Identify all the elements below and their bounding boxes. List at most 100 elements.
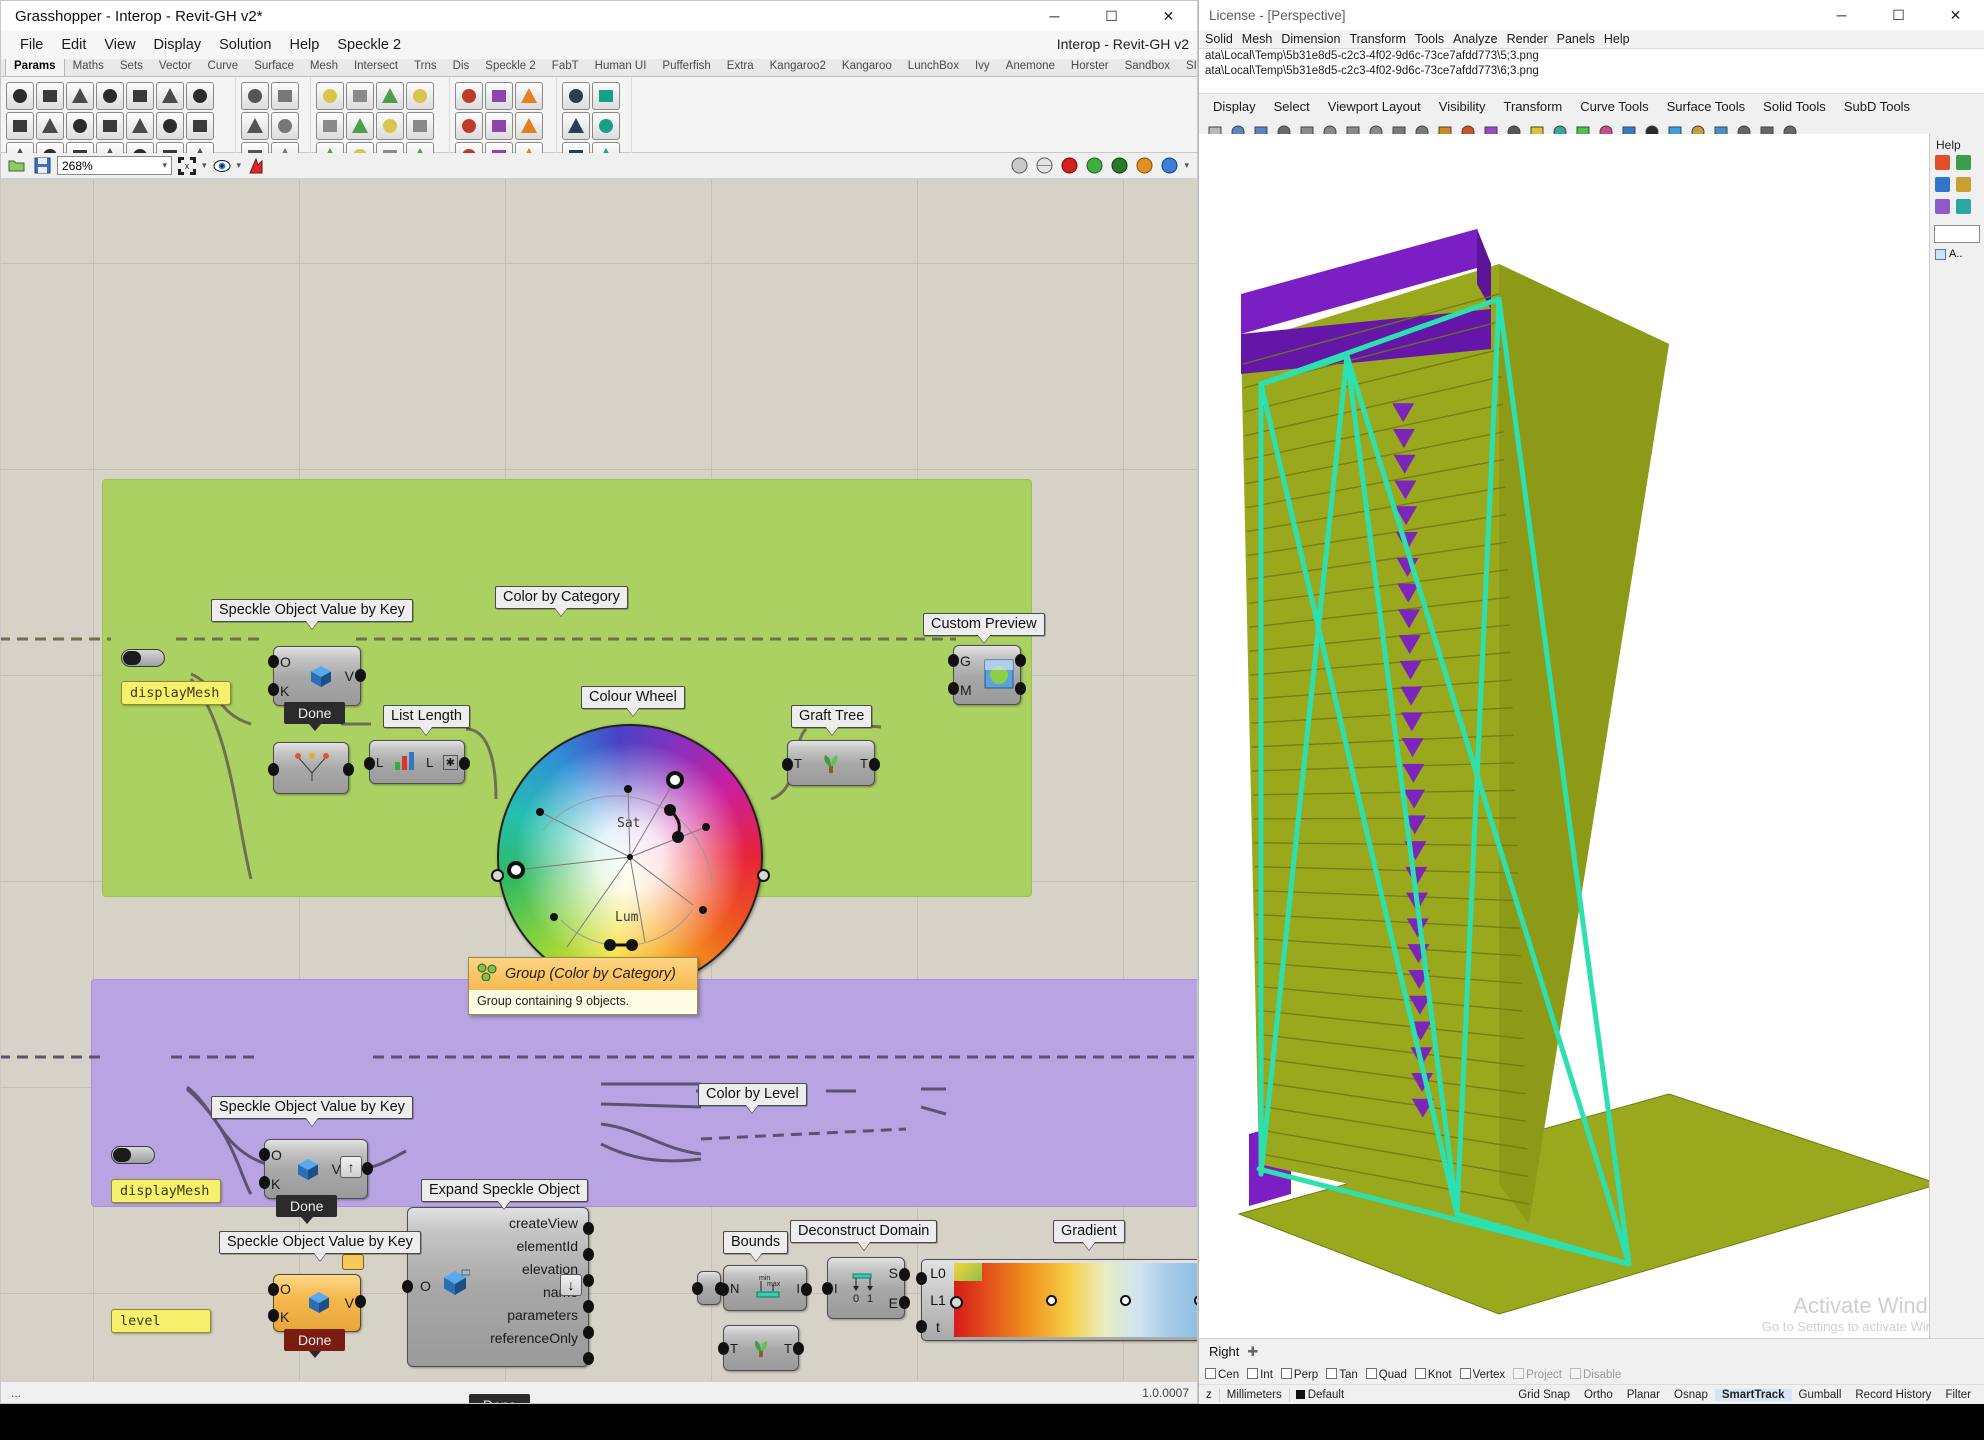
osnap-checkbox-disable[interactable] <box>1569 1367 1581 1379</box>
gh-tab-fabt[interactable]: FabT <box>544 59 587 76</box>
ribbon-icon-input-4[interactable] <box>406 82 434 110</box>
rhino-menu-mesh[interactable]: Mesh <box>1242 32 1273 46</box>
node-list-length[interactable]: L L ✱ <box>364 740 470 784</box>
move-cursor-icon[interactable]: ✚ <box>1247 1344 1258 1360</box>
ribbon-icon-util-2[interactable] <box>485 82 513 110</box>
ribbon-icon-primitive-2[interactable] <box>271 82 299 110</box>
osnap-quad[interactable]: Quad <box>1365 1367 1412 1381</box>
gh-tab-mesh[interactable]: Mesh <box>302 59 346 76</box>
gh-tab-kangaroo2[interactable]: Kangaroo2 <box>762 59 834 76</box>
osnap-checkbox-int[interactable] <box>1247 1367 1259 1379</box>
menu-solution[interactable]: Solution <box>210 35 280 55</box>
sphere-grey-icon[interactable] <box>1009 156 1029 176</box>
gh-tab-intersect[interactable]: Intersect <box>346 59 406 76</box>
node-bounds[interactable]: N min max I <box>718 1265 812 1311</box>
menu-help[interactable]: Help <box>281 35 329 55</box>
rhino-tab-viewport-layout[interactable]: Viewport Layout <box>1328 99 1421 114</box>
panel-search-field[interactable] <box>1934 225 1980 243</box>
status-toggle-gumball[interactable]: Gumball <box>1792 1389 1849 1401</box>
ribbon-icon-input-3[interactable] <box>376 82 404 110</box>
status-toggle-grid-snap[interactable]: Grid Snap <box>1511 1389 1577 1401</box>
node-graft-tree-2[interactable]: T T <box>718 1325 804 1371</box>
collapse-arrow-icon-1[interactable]: ↑ <box>340 1156 362 1178</box>
gh-tab-ivy[interactable]: Ivy <box>967 59 998 76</box>
ribbon-icon-geometry-14[interactable] <box>186 112 214 140</box>
rhino-menu-tools[interactable]: Tools <box>1415 32 1444 46</box>
gh-tab-kangaroo[interactable]: Kangaroo <box>834 59 900 76</box>
ribbon-icon-geometry-8[interactable] <box>6 112 34 140</box>
gh-tab-human-ui[interactable]: Human UI <box>587 59 655 76</box>
close-icon[interactable]: ✕ <box>1140 1 1197 31</box>
ribbon-icon-input-7[interactable] <box>376 112 404 140</box>
ribbon-icon-util-6[interactable] <box>515 112 543 140</box>
rhino-side-panel[interactable]: Help A.. <box>1929 134 1984 1368</box>
folder-open-icon[interactable] <box>7 156 27 176</box>
status-toggle-smarttrack[interactable]: SmartTrack <box>1714 1388 1792 1401</box>
maximize-icon[interactable]: ☐ <box>1083 1 1140 31</box>
ribbon-icon-geometry-9[interactable] <box>36 112 64 140</box>
rhino-tab-surface-tools[interactable]: Surface Tools <box>1667 99 1746 114</box>
zoom-level-combo[interactable]: 268% ▾ <box>57 156 172 175</box>
menu-file[interactable]: File <box>11 35 52 55</box>
ribbon-icon-opennest-3[interactable] <box>562 112 590 140</box>
save-icon[interactable] <box>32 156 52 176</box>
boolean-toggle-1[interactable] <box>121 649 165 667</box>
menu-speckle2[interactable]: Speckle 2 <box>328 35 410 55</box>
rhino-command-history[interactable]: ata\Local\Temp\5b31e8d5-c2c3-4f02-9d6c-7… <box>1199 48 1984 94</box>
expand-arrow-icon[interactable]: ↓ <box>560 1274 582 1296</box>
rhino-menu-transform[interactable]: Transform <box>1349 32 1406 46</box>
ribbon-icon-geometry-4[interactable] <box>96 82 124 110</box>
gradient-port-L1[interactable] <box>950 1296 963 1309</box>
sphere-outline-icon[interactable] <box>1034 156 1054 176</box>
boolean-toggle-2[interactable] <box>111 1146 155 1164</box>
ribbon-icon-util-1[interactable] <box>455 82 483 110</box>
osnap-checkbox-knot[interactable] <box>1414 1367 1426 1379</box>
rhino-menu-help[interactable]: Help <box>1604 32 1630 46</box>
panel-icon-properties[interactable] <box>1935 177 1950 192</box>
panel-icon-layers[interactable] <box>1956 155 1972 170</box>
gh-tab-trns[interactable]: Trns <box>406 59 445 76</box>
gh-tab-anemone[interactable]: Anemone <box>998 59 1063 76</box>
ribbon-icon-input-8[interactable] <box>406 112 434 140</box>
node-speckle-object-value-by-key-1[interactable]: O K V <box>268 646 366 706</box>
gh-tab-lunchbox[interactable]: LunchBox <box>900 59 967 76</box>
ribbon-icon-util-4[interactable] <box>455 112 483 140</box>
rhino-tab-curve-tools[interactable]: Curve Tools <box>1580 99 1648 114</box>
gh-tab-sandbox[interactable]: Sandbox <box>1117 59 1178 76</box>
rhino-menu-solid[interactable]: Solid <box>1205 32 1233 46</box>
osnap-checkbox-project[interactable] <box>1513 1367 1525 1379</box>
rhino-close-icon[interactable]: ✕ <box>1927 0 1984 30</box>
osnap-knot[interactable]: Knot <box>1414 1367 1457 1381</box>
ribbon-icon-geometry-5[interactable] <box>126 82 154 110</box>
ribbon-icon-input-5[interactable] <box>316 112 344 140</box>
node-deconstruct-domain[interactable]: I 01 S E <box>822 1257 910 1319</box>
osnap-checkbox-cen[interactable] <box>1205 1367 1216 1379</box>
bake-icon[interactable] <box>246 156 266 176</box>
ribbon-icon-geometry-3[interactable] <box>66 82 94 110</box>
command-prompt[interactable] <box>1205 79 1984 93</box>
rhino-maximize-icon[interactable]: ☐ <box>1870 0 1927 30</box>
osnap-int[interactable]: Int <box>1247 1367 1278 1381</box>
dropdown-dot-2[interactable]: ▾ <box>237 160 242 171</box>
ribbon-icon-primitive-3[interactable] <box>241 112 269 140</box>
gh-tab-pufferfish[interactable]: Pufferfish <box>654 59 718 76</box>
layer-name[interactable]: Default <box>1305 1389 1351 1401</box>
rhino-tab-select[interactable]: Select <box>1274 99 1310 114</box>
gh-tab-surface[interactable]: Surface <box>246 59 302 76</box>
status-toggle-ortho[interactable]: Ortho <box>1577 1389 1620 1401</box>
rhino-menu-analyze[interactable]: Analyze <box>1453 32 1497 46</box>
ribbon-icon-util-3[interactable] <box>515 82 543 110</box>
sphere-green-icon[interactable] <box>1084 156 1104 176</box>
chevron-down-icon-toolbar[interactable]: ▾ <box>1184 160 1189 171</box>
ribbon-icon-opennest-1[interactable] <box>562 82 590 110</box>
dropdown-dot-1[interactable]: ▾ <box>202 160 207 171</box>
ribbon-icon-opennest-2[interactable] <box>592 82 620 110</box>
node-custom-preview[interactable]: G M <box>948 645 1026 705</box>
node-gradient[interactable]: L0 L1 t <box>916 1259 1197 1341</box>
ribbon-icon-geometry-10[interactable] <box>66 112 94 140</box>
panel-displaymesh-1[interactable]: displayMesh <box>121 681 231 705</box>
gh-tab-curve[interactable]: Curve <box>200 59 247 76</box>
osnap-project[interactable]: Project <box>1513 1367 1567 1381</box>
ribbon-icon-geometry-13[interactable] <box>156 112 184 140</box>
ribbon-icon-geometry-1[interactable] <box>6 82 34 110</box>
